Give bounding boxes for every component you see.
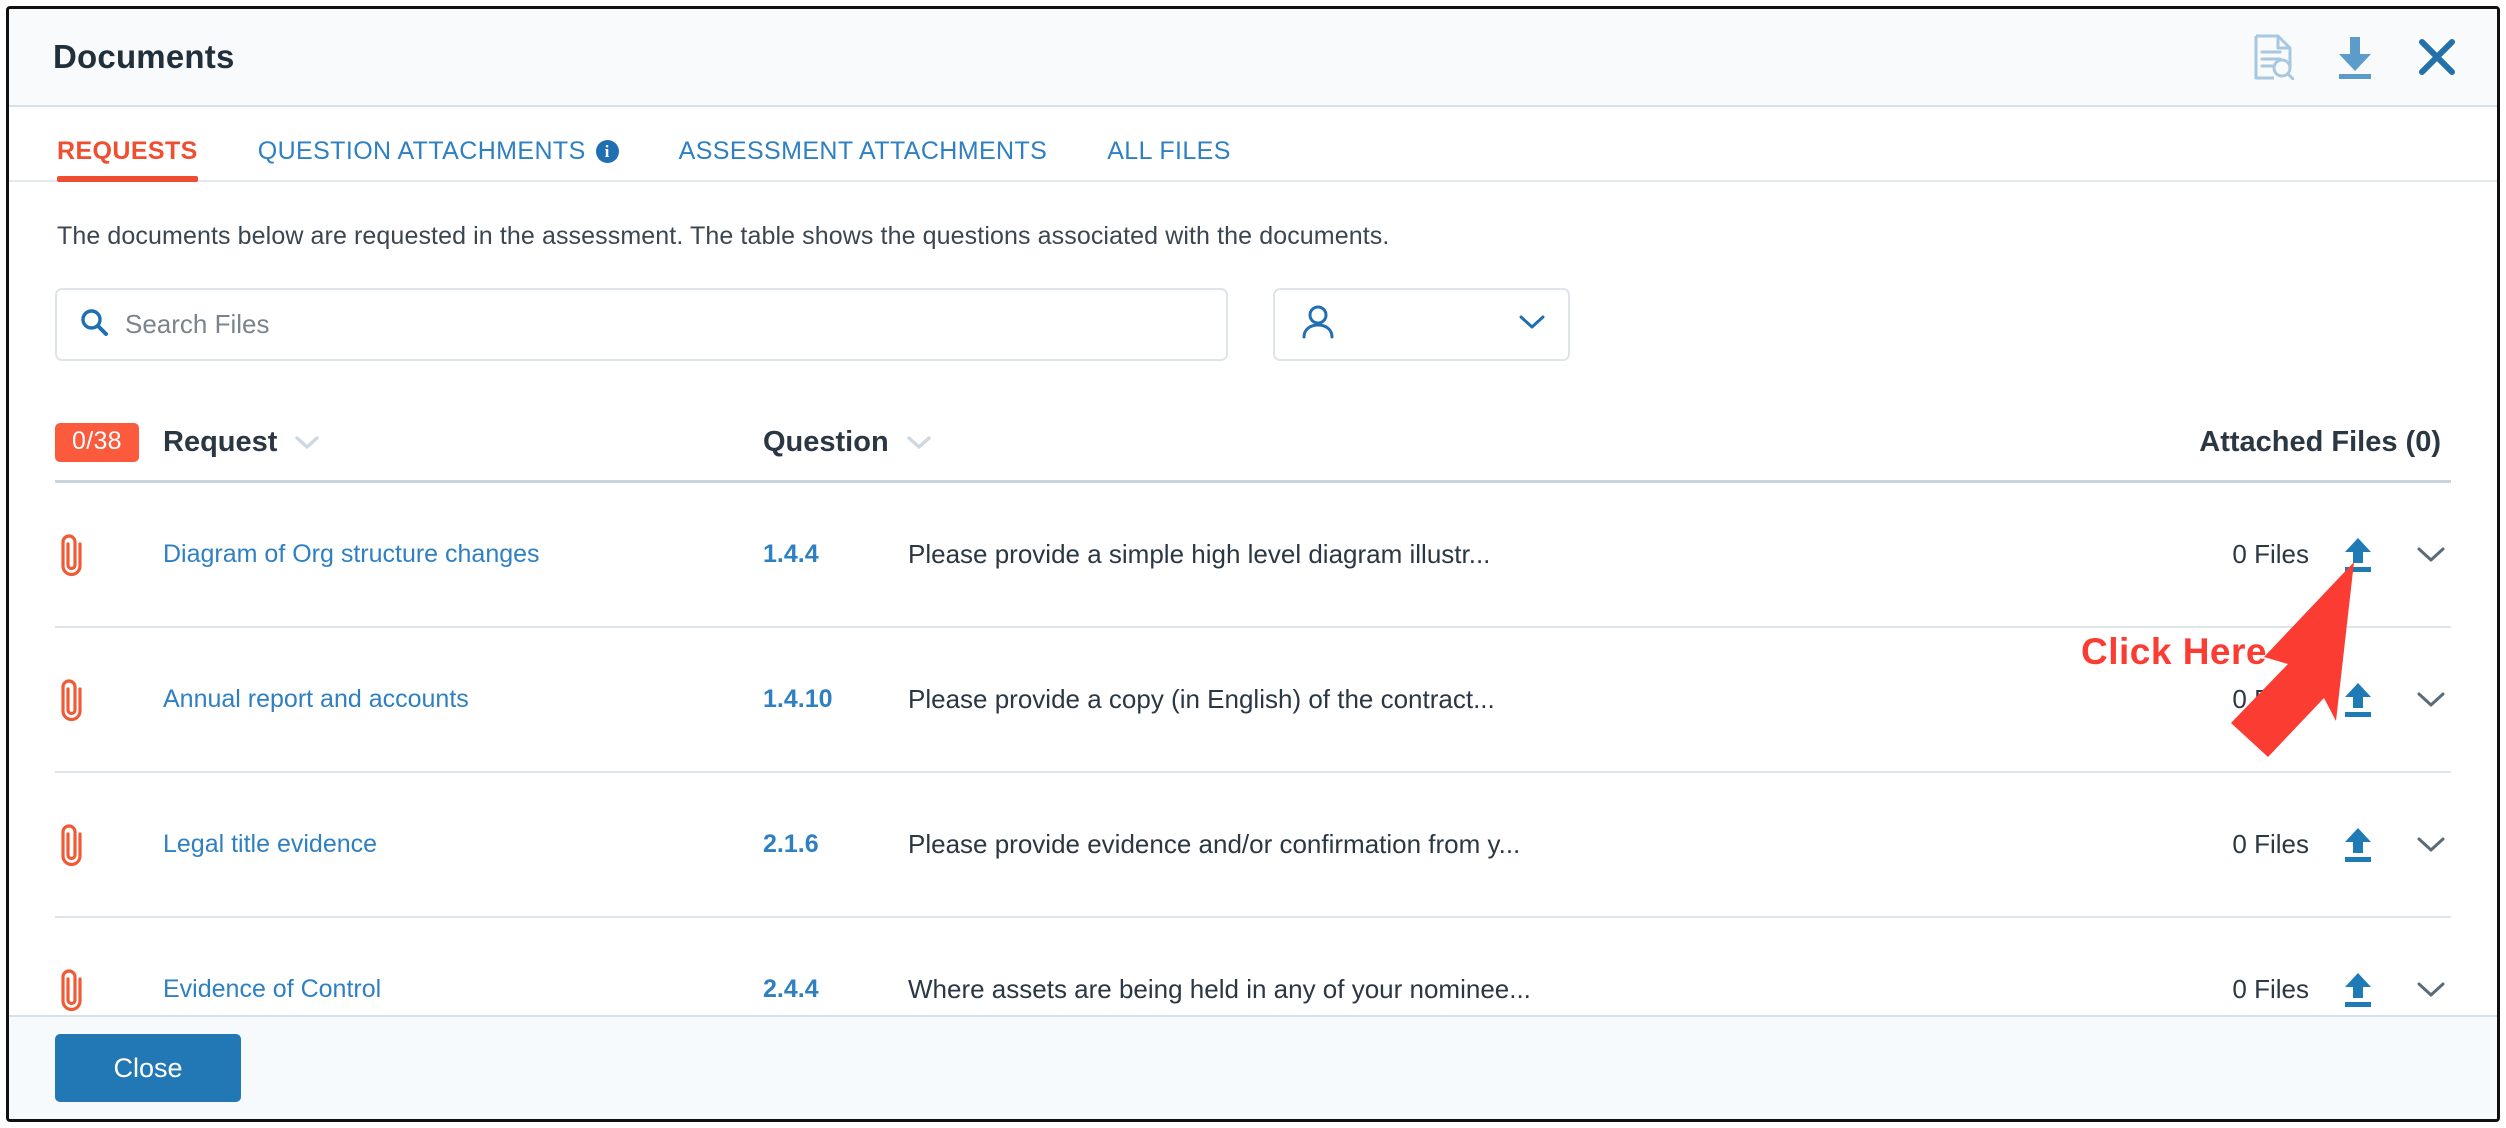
- table-row: Annual report and accounts 1.4.10 Please…: [55, 628, 2451, 773]
- attached-files-cell: 0 Files: [2137, 825, 2447, 865]
- close-icon[interactable]: [2411, 31, 2463, 83]
- chevron-down-icon: [1518, 313, 1546, 336]
- request-name-cell: Diagram of Org structure changes: [163, 540, 763, 569]
- column-header-question: Question: [763, 426, 889, 458]
- question-number-cell: 2.1.6: [763, 830, 908, 859]
- attachment-clip-icon: [55, 531, 163, 579]
- attachment-clip-icon: [55, 966, 163, 1014]
- question-number-cell: 2.4.4: [763, 975, 908, 1004]
- file-count-label: 0 Files: [2232, 684, 2309, 714]
- upload-icon[interactable]: [2339, 535, 2377, 575]
- status-badge: 0/38: [55, 423, 139, 462]
- request-link[interactable]: Annual report and accounts: [163, 685, 469, 714]
- attachment-clip-icon: [55, 676, 163, 724]
- modal-titlebar: Documents: [9, 9, 2497, 107]
- expand-chevron-down-icon[interactable]: [2415, 545, 2447, 565]
- document-search-icon[interactable]: [2247, 31, 2299, 83]
- header-request-cell[interactable]: Request: [163, 426, 763, 459]
- table-header-row: 0/38 Request Question Attached Files (0): [55, 405, 2451, 483]
- table-row: Diagram of Org structure changes 1.4.4 P…: [55, 483, 2451, 628]
- attached-files-cell: 0 Files: [2137, 970, 2447, 1010]
- column-header-attached-files: Attached Files (0): [2199, 426, 2441, 458]
- upload-icon[interactable]: [2339, 680, 2377, 720]
- request-name-cell: Legal title evidence: [163, 830, 763, 859]
- request-name-cell: Evidence of Control: [163, 975, 763, 1004]
- upload-icon[interactable]: [2339, 825, 2377, 865]
- sort-chevron-down-icon[interactable]: [294, 435, 320, 451]
- tab-question-attachments[interactable]: QUESTION ATTACHMENTS i: [258, 137, 619, 180]
- question-text: Where assets are being held in any of yo…: [908, 974, 1531, 1004]
- question-number-link[interactable]: 1.4.4: [763, 540, 819, 569]
- row-actions: [2339, 680, 2447, 720]
- tab-assessment-attachments[interactable]: ASSESSMENT ATTACHMENTS: [679, 137, 1048, 180]
- tab-label: REQUESTS: [57, 137, 198, 165]
- tab-label: QUESTION ATTACHMENTS: [257, 137, 586, 165]
- question-text-cell: Please provide a simple high level diagr…: [908, 539, 2137, 570]
- sort-chevron-down-icon[interactable]: [906, 435, 932, 451]
- person-icon: [1301, 304, 1335, 345]
- search-icon: [79, 307, 109, 342]
- question-text: Please provide evidence and/or confirmat…: [908, 829, 1521, 859]
- file-count-label: 0 Files: [2232, 974, 2309, 1004]
- attachment-clip-icon: [55, 821, 163, 869]
- tab-label: ASSESSMENT ATTACHMENTS: [678, 137, 1048, 165]
- row-actions: [2339, 825, 2447, 865]
- download-icon[interactable]: [2329, 31, 2381, 83]
- expand-chevron-down-icon[interactable]: [2415, 835, 2447, 855]
- attached-files-cell: 0 Files: [2137, 680, 2447, 720]
- row-actions: [2339, 970, 2447, 1010]
- question-text: Please provide a simple high level diagr…: [908, 539, 1491, 569]
- search-input[interactable]: Search Files: [55, 288, 1228, 361]
- expand-chevron-down-icon[interactable]: [2415, 980, 2447, 1000]
- question-text-cell: Where assets are being held in any of yo…: [908, 974, 2137, 1005]
- page-title: Documents: [53, 38, 235, 75]
- column-header-request: Request: [163, 426, 278, 458]
- table-row: Legal title evidence 2.1.6 Please provid…: [55, 773, 2451, 918]
- question-number-cell: 1.4.4: [763, 540, 908, 569]
- tab-label: ALL FILES: [1107, 137, 1231, 165]
- expand-chevron-down-icon[interactable]: [2415, 690, 2447, 710]
- request-link[interactable]: Evidence of Control: [163, 975, 381, 1004]
- file-count-label: 0 Files: [2232, 539, 2309, 569]
- modal-body: The documents below are requested in the…: [9, 182, 2497, 1015]
- header-question-cell[interactable]: Question: [763, 426, 932, 459]
- documents-modal: Documents REQUESTS QUESTION ATTACHMENTS …: [6, 6, 2500, 1122]
- person-filter-dropdown[interactable]: [1273, 288, 1570, 361]
- question-text-cell: Please provide evidence and/or confirmat…: [908, 829, 2137, 860]
- modal-footer: Close: [9, 1015, 2497, 1119]
- request-name-cell: Annual report and accounts: [163, 685, 763, 714]
- question-text-cell: Please provide a copy (in English) of th…: [908, 684, 2137, 715]
- file-count-label: 0 Files: [2232, 829, 2309, 859]
- header-attached-files-cell: Attached Files (0): [2137, 426, 2447, 459]
- upload-icon[interactable]: [2339, 970, 2377, 1010]
- question-number-link[interactable]: 2.4.4: [763, 975, 819, 1004]
- filters-row: Search Files: [55, 288, 2451, 361]
- question-text: Please provide a copy (in English) of th…: [908, 684, 1495, 714]
- titlebar-actions: [2247, 31, 2463, 83]
- question-number-link[interactable]: 2.1.6: [763, 830, 819, 859]
- info-icon[interactable]: i: [595, 140, 619, 163]
- description-text: The documents below are requested in the…: [57, 222, 1390, 250]
- request-link[interactable]: Legal title evidence: [163, 830, 377, 859]
- close-button[interactable]: Close: [55, 1034, 241, 1102]
- table-row: Evidence of Control 2.4.4 Where assets a…: [55, 918, 2451, 1015]
- requests-table: 0/38 Request Question Attached Files (0)…: [55, 405, 2451, 1015]
- header-count-cell: 0/38: [55, 423, 163, 462]
- search-placeholder: Search Files: [125, 309, 270, 339]
- tab-requests[interactable]: REQUESTS: [57, 137, 198, 182]
- tabbar: REQUESTS QUESTION ATTACHMENTS i ASSESSME…: [9, 107, 2497, 182]
- attached-files-cell: 0 Files: [2137, 535, 2447, 575]
- tab-all-files[interactable]: ALL FILES: [1107, 137, 1231, 180]
- question-number-cell: 1.4.10: [763, 685, 908, 714]
- request-link[interactable]: Diagram of Org structure changes: [163, 540, 540, 569]
- question-number-link[interactable]: 1.4.10: [763, 685, 833, 714]
- row-actions: [2339, 535, 2447, 575]
